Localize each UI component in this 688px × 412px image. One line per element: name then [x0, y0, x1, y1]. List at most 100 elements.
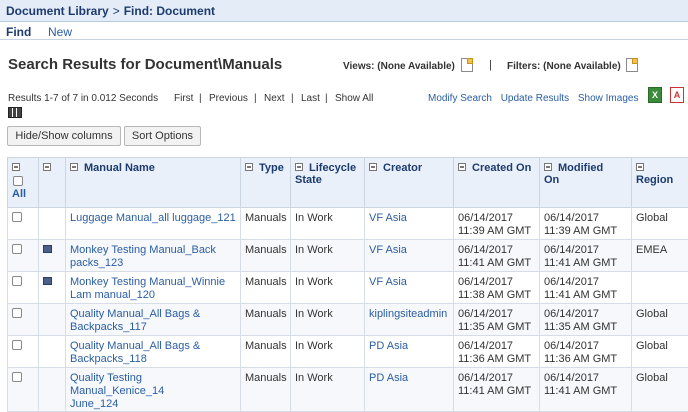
- manual-name-link[interactable]: Backpacks_118: [70, 353, 147, 365]
- modified-on-column-header[interactable]: ModifiedOn: [540, 158, 632, 208]
- document-thumbnail-icon[interactable]: [43, 277, 52, 285]
- manual-name-cell[interactable]: Luggage Manual_all luggage_121: [66, 208, 241, 240]
- manual-name-link[interactable]: Monkey Testing Manual_Winnie: [70, 276, 225, 288]
- created-time: 11:36 AM GMT: [458, 353, 531, 365]
- manual-name-link[interactable]: Backpacks_117: [70, 321, 147, 333]
- modified-date: 06/14/2017: [544, 244, 599, 256]
- breadcrumb-root[interactable]: Document Library: [6, 4, 109, 18]
- type-cell: Manuals: [241, 336, 291, 368]
- excel-export-icon[interactable]: X: [648, 87, 662, 103]
- column-label: Creator: [383, 162, 422, 174]
- column-label: Region: [636, 174, 673, 186]
- column-toggle-icon[interactable]: [70, 163, 78, 171]
- manual-name-cell[interactable]: Monkey Testing Manual_Backpacks_123: [66, 240, 241, 272]
- nav-next[interactable]: Next: [264, 93, 285, 104]
- modified-time: 11:36 AM GMT: [544, 353, 617, 365]
- nav-previous[interactable]: Previous: [209, 93, 248, 104]
- creator-cell[interactable]: VF Asia: [365, 208, 454, 240]
- created-on-cell: 06/14/201711:38 AM GMT: [454, 272, 540, 304]
- type-cell: Manuals: [241, 240, 291, 272]
- manual-name-column-header[interactable]: Manual Name: [66, 158, 241, 208]
- show-images-link[interactable]: Show Images: [578, 93, 639, 104]
- creator-cell[interactable]: PD Asia: [365, 336, 454, 368]
- created-on-cell: 06/14/201711:41 AM GMT: [454, 240, 540, 272]
- select-all-label: All: [12, 188, 34, 200]
- manual-name-link[interactable]: June_124: [70, 398, 118, 410]
- filters-document-icon[interactable]: [626, 58, 638, 72]
- column-toggle-icon[interactable]: [12, 163, 20, 171]
- lifecycle-state-column-header[interactable]: LifecycleState: [291, 158, 365, 208]
- type-cell: Manuals: [241, 272, 291, 304]
- modified-date: 06/14/2017: [544, 276, 599, 288]
- type-column-header[interactable]: Type: [241, 158, 291, 208]
- nav-last[interactable]: Last: [301, 93, 320, 104]
- document-thumbnail-icon[interactable]: [43, 245, 52, 253]
- row-checkbox[interactable]: [12, 372, 22, 382]
- row-thumbnail-cell: [39, 368, 66, 412]
- created-date: 06/14/2017: [458, 212, 513, 224]
- nav-separator: |: [199, 93, 202, 104]
- manual-name-cell[interactable]: Quality Manual_All Bags &Backpacks_117: [66, 304, 241, 336]
- region-cell: Global: [632, 368, 688, 412]
- tab-new[interactable]: New: [48, 25, 72, 39]
- update-results-link[interactable]: Update Results: [501, 93, 569, 104]
- column-toggle-icon[interactable]: [295, 163, 303, 171]
- column-label: State: [295, 174, 322, 186]
- tab-find[interactable]: Find: [6, 25, 31, 39]
- state-cell: In Work: [291, 272, 365, 304]
- manual-name-link[interactable]: Monkey Testing Manual_Back: [70, 244, 216, 256]
- result-links: Modify Search Update Results Show Images: [428, 93, 638, 104]
- row-checkbox[interactable]: [12, 244, 22, 254]
- select-all-checkbox[interactable]: [13, 176, 23, 186]
- row-select-cell: [8, 368, 39, 412]
- manual-name-link[interactable]: packs_123: [70, 257, 123, 269]
- creator-cell[interactable]: VF Asia: [365, 272, 454, 304]
- grid-view-icon[interactable]: [8, 107, 22, 118]
- region-column-header[interactable]: Region: [632, 158, 688, 208]
- creator-cell[interactable]: PD Asia: [365, 368, 454, 412]
- created-date: 06/14/2017: [458, 340, 513, 352]
- row-checkbox[interactable]: [12, 276, 22, 286]
- manual-name-link[interactable]: Quality Manual_All Bags &: [70, 308, 200, 320]
- nav-show-all[interactable]: Show All: [335, 93, 373, 104]
- modify-search-link[interactable]: Modify Search: [428, 93, 492, 104]
- header-separator: |: [489, 59, 492, 71]
- modified-on-cell: 06/14/201711:36 AM GMT: [540, 336, 632, 368]
- manual-name-link[interactable]: Luggage Manual_all luggage_121: [70, 212, 236, 224]
- row-checkbox[interactable]: [12, 212, 22, 222]
- thumbnail-column-header: [39, 158, 66, 208]
- row-select-cell: [8, 304, 39, 336]
- row-checkbox[interactable]: [12, 308, 22, 318]
- column-toggle-icon[interactable]: [369, 163, 377, 171]
- manual-name-link[interactable]: Lam manual_120: [70, 289, 155, 301]
- tab-bar: Find New: [0, 22, 688, 40]
- nav-first[interactable]: First: [174, 93, 193, 104]
- manual-name-link[interactable]: Quality Testing Manual_Kenice_14: [70, 372, 164, 397]
- created-on-column-header[interactable]: Created On: [454, 158, 540, 208]
- creator-column-header[interactable]: Creator: [365, 158, 454, 208]
- row-checkbox[interactable]: [12, 340, 22, 350]
- creator-cell[interactable]: kiplingsiteadmin: [365, 304, 454, 336]
- creator-cell[interactable]: VF Asia: [365, 240, 454, 272]
- pdf-export-icon[interactable]: A: [670, 87, 684, 103]
- table-header-row: All Manual Name Type LifecycleState Crea…: [8, 158, 688, 208]
- created-date: 06/14/2017: [458, 276, 513, 288]
- hide-show-columns-button[interactable]: Hide/Show columns: [7, 126, 121, 146]
- region-cell: Global: [632, 208, 688, 240]
- breadcrumb-current: Find: Document: [124, 4, 215, 18]
- manual-name-cell[interactable]: Quality Manual_All Bags &Backpacks_118: [66, 336, 241, 368]
- sort-options-button[interactable]: Sort Options: [124, 126, 201, 146]
- table-row: Quality Manual_All Bags &Backpacks_118 M…: [8, 336, 688, 368]
- views-document-icon[interactable]: [461, 58, 473, 72]
- column-toggle-icon[interactable]: [245, 163, 253, 171]
- modified-time: 11:35 AM GMT: [544, 321, 617, 333]
- column-toggle-icon[interactable]: [636, 163, 644, 171]
- column-toggle-icon[interactable]: [458, 163, 466, 171]
- manual-name-link[interactable]: Quality Manual_All Bags &: [70, 340, 200, 352]
- state-cell: In Work: [291, 240, 365, 272]
- column-toggle-icon[interactable]: [544, 163, 552, 171]
- manual-name-cell[interactable]: Quality Testing Manual_Kenice_14June_124: [66, 368, 241, 412]
- column-toggle-icon[interactable]: [43, 163, 51, 171]
- manual-name-cell[interactable]: Monkey Testing Manual_WinnieLam manual_1…: [66, 272, 241, 304]
- created-date: 06/14/2017: [458, 308, 513, 320]
